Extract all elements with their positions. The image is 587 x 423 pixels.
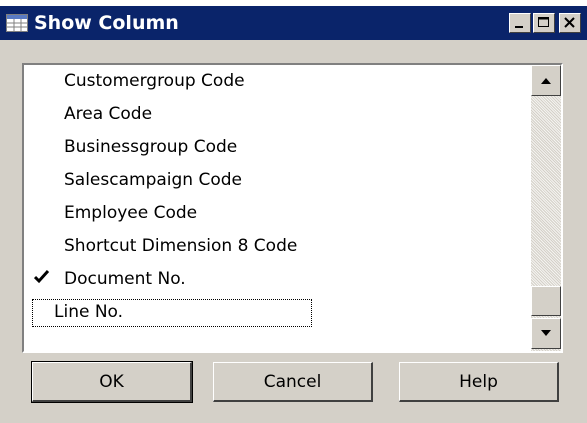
scroll-up-button[interactable] [531,65,561,96]
check-mark-icon [34,269,50,284]
close-button[interactable] [559,13,581,33]
column-list[interactable]: Customergroup Code Area Code Businessgro… [22,63,563,353]
list-item-label: Salescampaign Code [64,170,242,190]
list-item[interactable]: Customergroup Code [24,65,533,98]
help-button[interactable]: Help [399,362,559,402]
close-icon [564,17,575,28]
minimize-button[interactable] [509,13,531,33]
scroll-down-button[interactable] [531,318,561,349]
scroll-thumb[interactable] [531,286,561,316]
list-item[interactable]: Businessgroup Code [24,131,533,164]
arrow-down-icon [541,330,551,336]
show-column-dialog: Show Column Customergroup Code Area Code [0,6,587,423]
minimize-icon [515,26,523,28]
list-item-label: Line No. [54,302,124,322]
cancel-button[interactable]: Cancel [213,362,373,402]
arrow-up-icon [541,78,551,84]
list-item-label: Area Code [64,104,153,124]
list-item-label: Document No. [64,269,186,289]
maximize-button[interactable] [533,13,555,33]
list-item[interactable]: Salescampaign Code [24,164,533,197]
title-bar[interactable]: Show Column [0,6,587,40]
list-item[interactable]: Shortcut Dimension 8 Code [24,230,533,263]
ok-button[interactable]: OK [31,361,193,403]
list-item-label: Customergroup Code [64,71,245,91]
vertical-scrollbar[interactable] [531,65,561,351]
list-item-focused[interactable]: Line No. [24,296,533,329]
window-title: Show Column [34,12,179,34]
maximize-icon [538,17,549,27]
list-item[interactable]: Area Code [24,98,533,131]
table-icon [6,14,28,32]
list-item-label: Employee Code [64,203,198,223]
list-item[interactable]: Document No. [24,263,533,296]
column-list-items: Customergroup Code Area Code Businessgro… [24,65,533,351]
list-item-label: Businessgroup Code [64,137,238,157]
list-item-label: Shortcut Dimension 8 Code [64,236,298,256]
list-item[interactable]: Employee Code [24,197,533,230]
